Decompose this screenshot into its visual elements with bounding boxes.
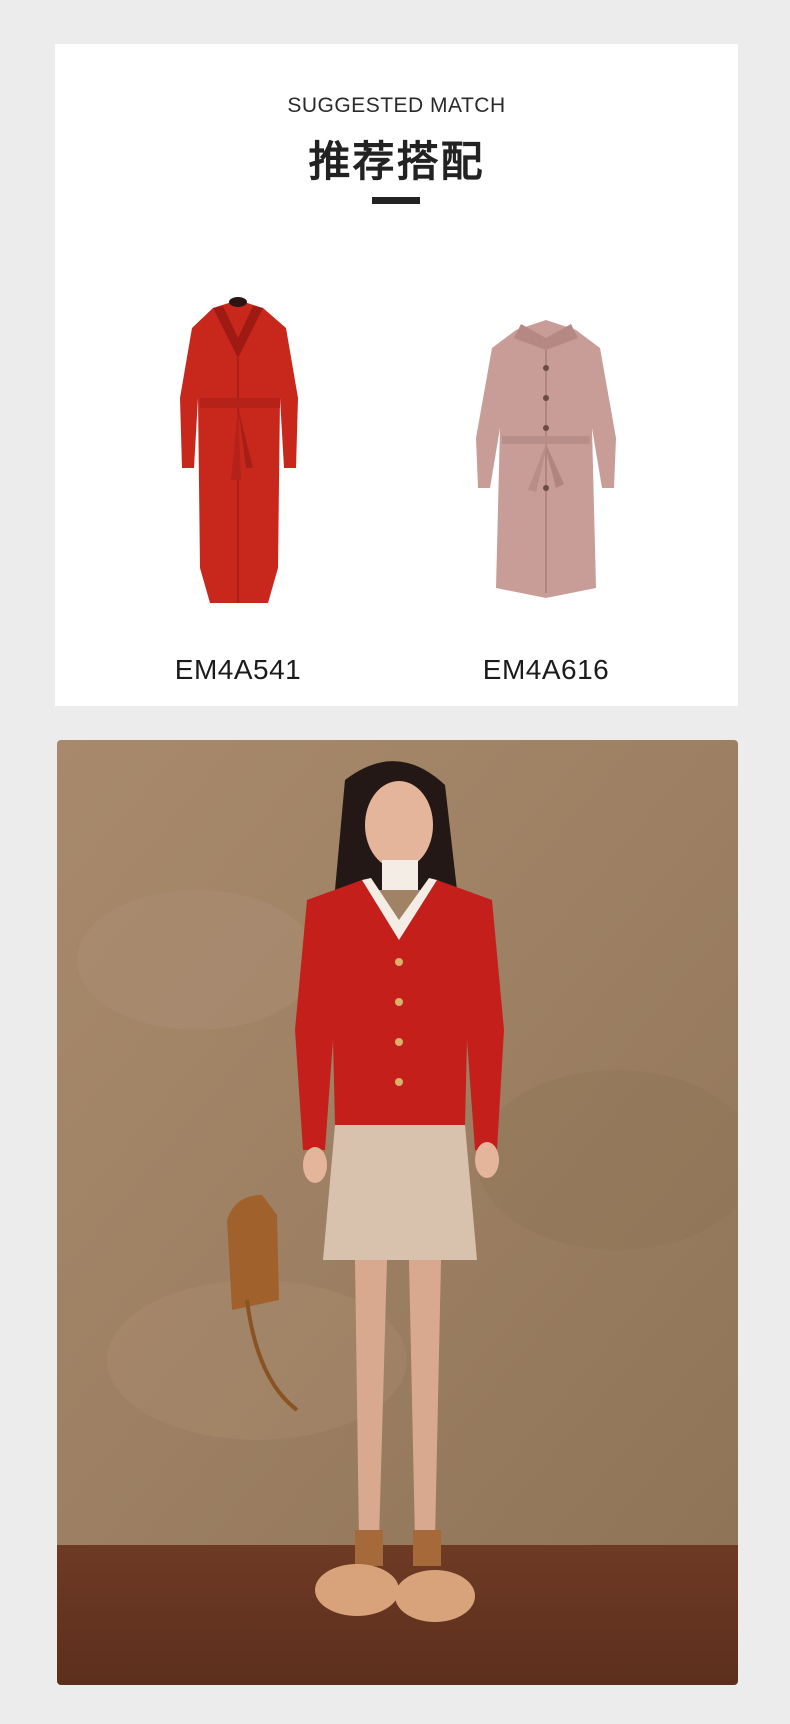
section-eyebrow: SUGGESTED MATCH xyxy=(287,94,506,117)
section-title: 推荐搭配 xyxy=(308,137,485,186)
product-code[interactable]: EM4A616 xyxy=(396,654,696,686)
product-code[interactable]: EM4A541 xyxy=(88,654,388,686)
product-card-em4a541[interactable]: EM4A541 xyxy=(88,258,388,685)
model-lookbook-photo xyxy=(57,740,738,1685)
pink-coat-image xyxy=(476,320,616,598)
red-coat-image xyxy=(180,297,298,603)
product-card-em4a616[interactable]: EM4A616 xyxy=(396,258,696,685)
title-divider xyxy=(372,197,420,204)
model-photo-illustration xyxy=(57,740,738,1685)
suggested-match-card: SUGGESTED MATCH 推荐搭配 EM4A541 EM4A616 xyxy=(55,44,738,706)
